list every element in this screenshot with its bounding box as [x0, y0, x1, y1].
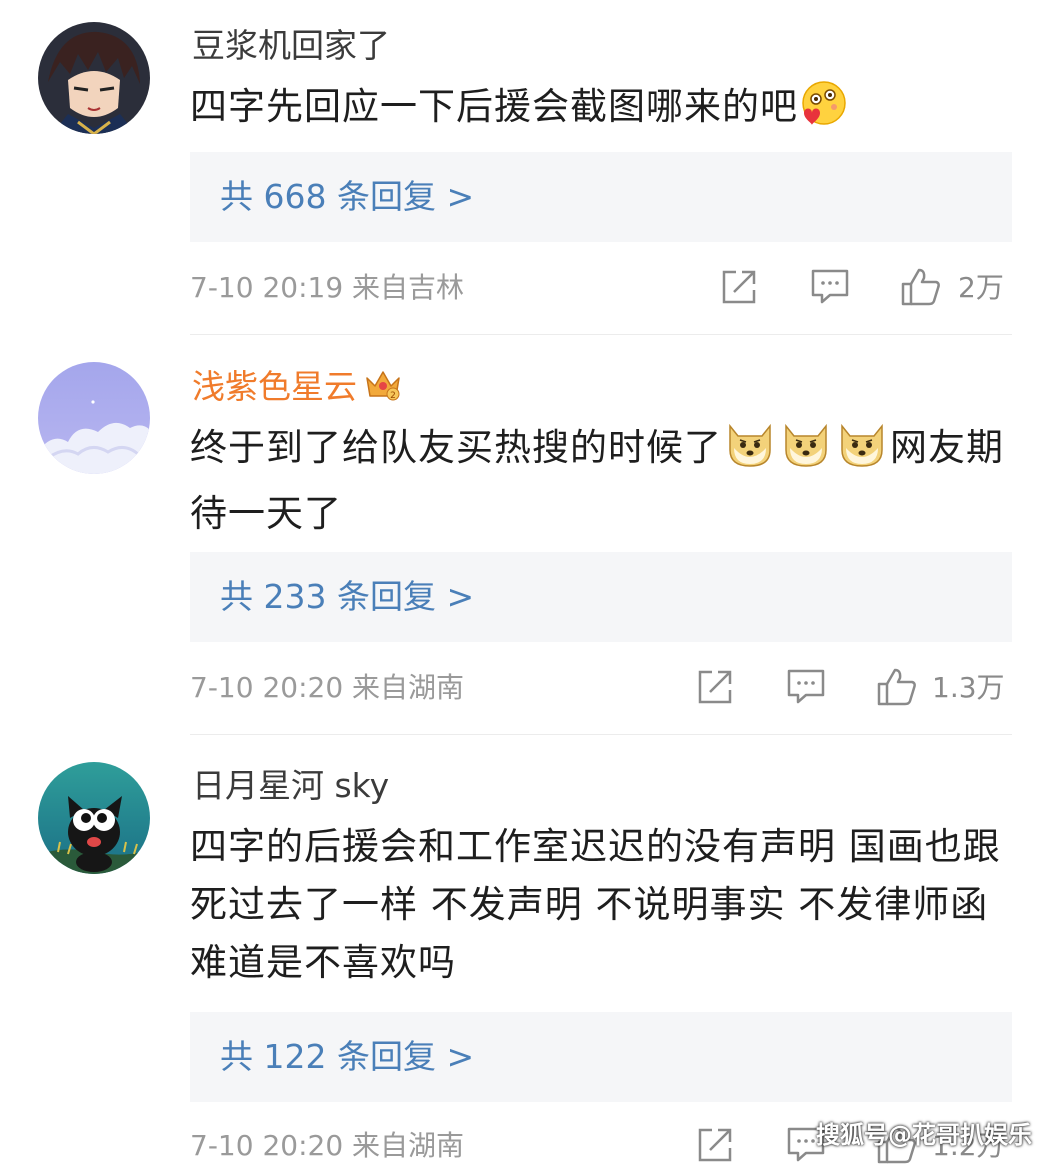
share-button[interactable] — [720, 268, 758, 306]
comment-text-content: 终于到了给队友买热搜的时候了 — [190, 426, 722, 469]
location: 来自湖南 — [352, 1129, 465, 1162]
comment-meta: 7-10 20:20 来自湖南 — [190, 670, 464, 706]
like-button[interactable] — [876, 666, 918, 708]
replies-link[interactable]: 共 233 条回复 > — [190, 552, 1012, 642]
location: 来自吉林 — [352, 271, 465, 304]
timestamp: 7-10 20:19 — [190, 271, 344, 304]
comment-icon — [811, 269, 849, 304]
replies-link[interactable]: 共 122 条回复 > — [190, 1012, 1012, 1102]
doge-emoji — [780, 418, 832, 485]
share-button[interactable] — [696, 1126, 734, 1164]
comment-meta: 7-10 20:19 来自吉林 — [190, 270, 464, 306]
replies-link[interactable]: 共 668 条回复 > — [190, 152, 1012, 242]
avatar[interactable] — [38, 762, 150, 874]
comment-button[interactable] — [786, 668, 826, 706]
username-text: 浅紫色星云 — [192, 367, 357, 406]
share-button[interactable] — [696, 668, 734, 706]
comment-icon — [787, 669, 825, 704]
share-icon — [722, 270, 756, 304]
username[interactable]: 豆浆机回家了 — [192, 26, 390, 66]
timestamp: 7-10 20:20 — [190, 1129, 344, 1162]
comment-text: 四字先回应一下后援会截图哪来的吧 — [190, 78, 1010, 144]
share-icon — [698, 1128, 732, 1162]
share-icon — [698, 670, 732, 704]
username[interactable]: 浅紫色星云 2 — [192, 366, 403, 411]
comment-meta: 7-10 20:20 来自湖南 — [190, 1128, 464, 1164]
username[interactable]: 日月星河 sky — [192, 766, 389, 806]
blush-heart-emoji — [800, 79, 848, 144]
like-count: 1.3万 — [932, 671, 1005, 704]
doge-emoji — [724, 418, 776, 485]
replies-count: 共 233 条回复 > — [220, 577, 475, 616]
replies-count: 共 122 条回复 > — [220, 1037, 475, 1076]
like-button[interactable] — [900, 266, 942, 308]
like-count: 2万 — [958, 271, 1004, 304]
watermark: 搜狐号@花哥扒娱乐 — [816, 1121, 1032, 1149]
comment-text-content: 四字先回应一下后援会截图哪来的吧 — [190, 85, 798, 128]
divider — [190, 334, 1012, 335]
comment-text: 终于到了给队友买热搜的时候了 网友期待一天了 — [190, 418, 1010, 543]
avatar[interactable] — [38, 362, 150, 474]
location: 来自湖南 — [352, 671, 465, 704]
comment-button[interactable] — [810, 268, 850, 306]
timestamp: 7-10 20:20 — [190, 671, 344, 704]
doge-emoji — [836, 418, 888, 485]
like-icon — [877, 668, 916, 706]
replies-count: 共 668 条回复 > — [220, 177, 475, 216]
divider — [190, 734, 1012, 735]
svg-text:2: 2 — [390, 391, 396, 401]
avatar[interactable] — [38, 22, 150, 134]
comment-text: 四字的后援会和工作室迟迟的没有声明 国画也跟死过去了一样 不发声明 不说明事实 … — [190, 825, 1001, 984]
vip-crown-icon: 2 — [363, 366, 403, 411]
like-icon — [901, 268, 940, 306]
